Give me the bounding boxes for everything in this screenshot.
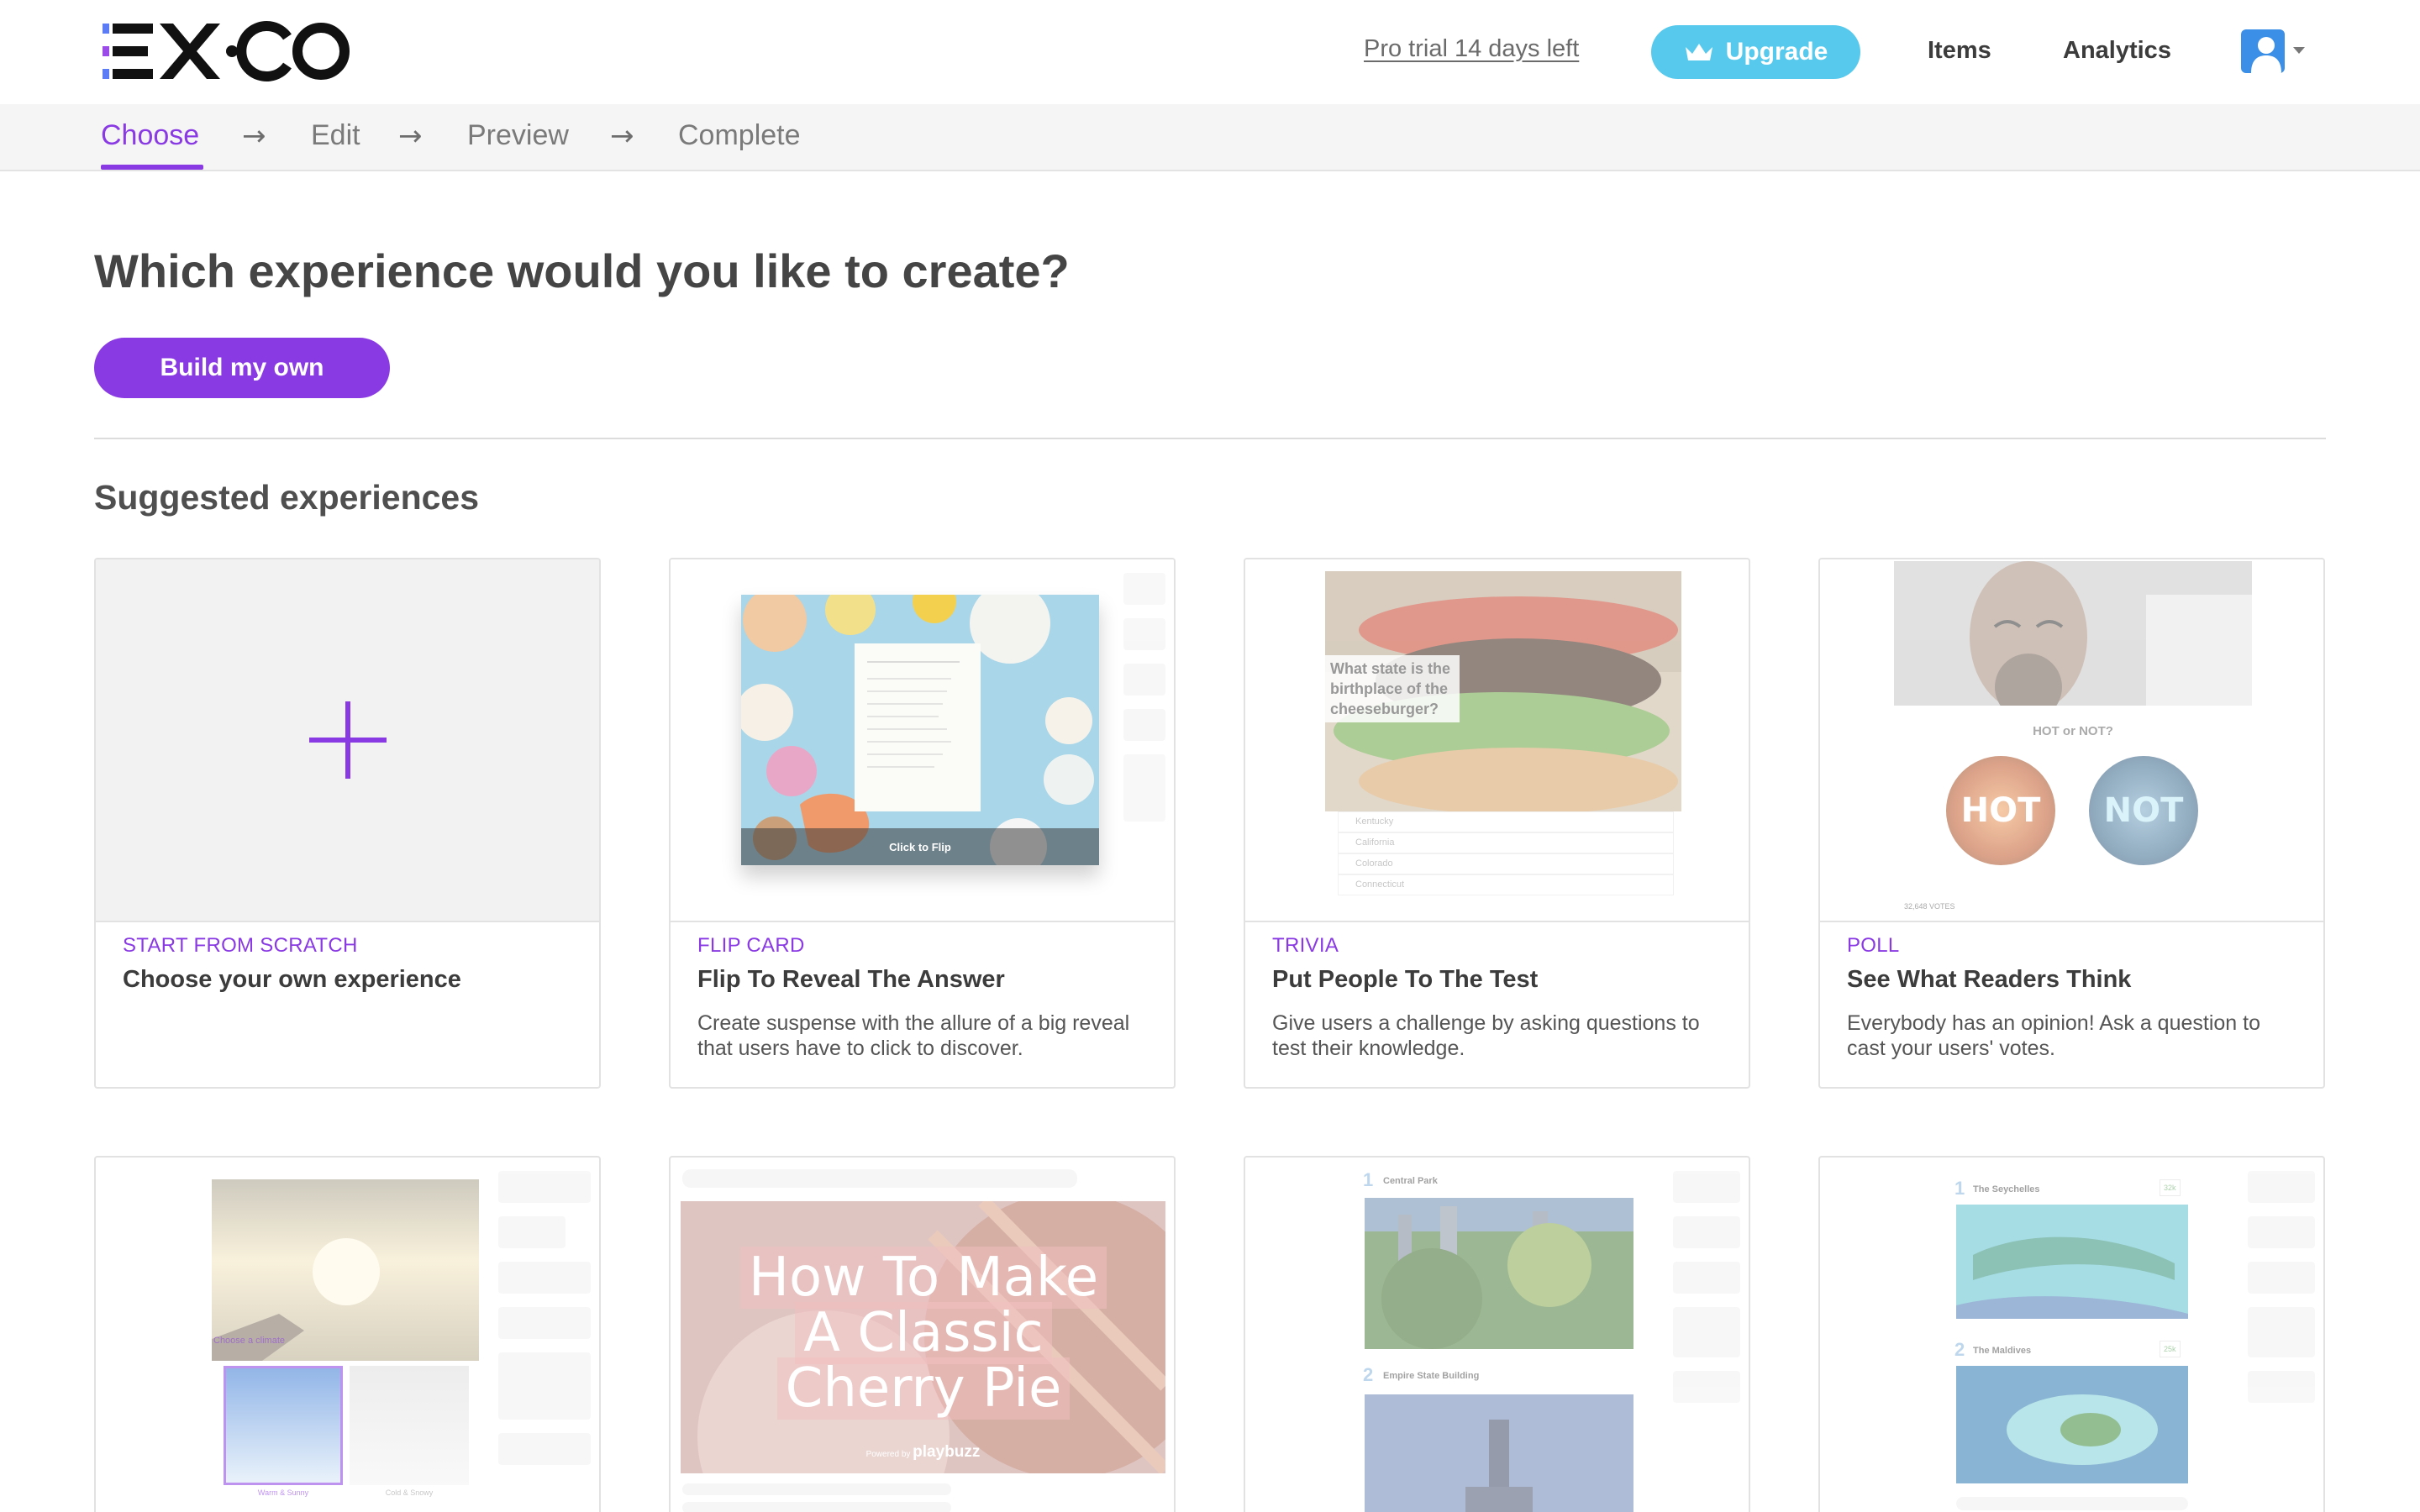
section-divider	[94, 438, 2326, 439]
card-description: Give users a challenge by asking questio…	[1272, 1011, 1700, 1060]
list-item-name: Central Park	[1383, 1176, 1438, 1186]
flip-button-preview: Click to Flip	[741, 828, 1099, 865]
card-trivia[interactable]: What state is the birthplace of the chee…	[1244, 558, 1750, 1089]
user-avatar[interactable]	[2241, 29, 2285, 73]
card-kind: START FROM SCRATCH	[123, 934, 358, 957]
list-item-image	[1956, 1205, 2188, 1319]
vote-badge: 25k	[2160, 1341, 2181, 1357]
nav-items-link[interactable]: Items	[1928, 37, 1991, 65]
swiper-warm-label: Warm & Sunny	[257, 1488, 309, 1497]
trivia-option: California	[1338, 832, 1674, 853]
step-edit[interactable]: Edit	[311, 119, 360, 152]
flip-card-preview-image: Click to Flip	[741, 595, 1099, 865]
card-thumbnail: HOT or NOT? HOT NOT 32,648 VOTES	[1820, 559, 2323, 922]
pro-trial-link[interactable]: Pro trial 14 days left	[1364, 35, 1579, 63]
step-arrow-icon: →	[242, 119, 266, 153]
placeholder-line	[1956, 1497, 2188, 1510]
card-description: Create suspense with the allure of a big…	[697, 1011, 1130, 1060]
list-item-image	[1365, 1198, 1634, 1349]
user-icon	[2251, 37, 2281, 73]
card-list[interactable]: 1 Central Park 2 Empire State Building	[1244, 1156, 1750, 1512]
list-item-number: 1	[1363, 1169, 1374, 1190]
plus-icon	[308, 701, 387, 779]
list-item-image	[1956, 1366, 2188, 1483]
card-description: Everybody has an opinion! Ask a question…	[1847, 1011, 2260, 1060]
card-thumbnail: What state is the birthplace of the chee…	[1245, 559, 1749, 922]
list-item-name: The Seychelles	[1973, 1184, 2040, 1194]
playbuzz-brand: playbuzz	[913, 1443, 981, 1461]
card-title: Flip To Reveal The Answer	[697, 966, 1005, 993]
exco-logo[interactable]	[101, 18, 353, 86]
list-item-image	[1365, 1394, 1634, 1512]
story-title-preview: How To Make A Classic Cherry Pie	[728, 1247, 1119, 1420]
upgrade-label: Upgrade	[1725, 38, 1828, 66]
powered-by-text: Powered by	[865, 1450, 911, 1459]
story-title-line: Cherry Pie	[776, 1357, 1071, 1420]
nav-analytics-link[interactable]: Analytics	[2063, 37, 2171, 65]
trivia-options-preview: Kentucky California Colorado Connecticut	[1338, 811, 1674, 895]
step-arrow-icon: →	[610, 119, 634, 153]
card-thumbnail: Click to Flip	[671, 559, 1174, 922]
poll-votes-count: 32,648 VOTES	[1904, 902, 1955, 911]
suggested-experiences-title: Suggested experiences	[94, 478, 480, 517]
card-flip-card[interactable]: Click to Flip FLIP CARD Flip To Reveal T…	[669, 558, 1176, 1089]
card-poll[interactable]: HOT or NOT? HOT NOT 32,648 VOTES POLL Se…	[1818, 558, 2325, 1089]
list-item-name: Empire State Building	[1383, 1371, 1480, 1381]
trivia-option: Colorado	[1338, 853, 1674, 874]
trivia-question-preview: What state is the birthplace of the chee…	[1325, 655, 1460, 722]
card-title: See What Readers Think	[1847, 966, 2132, 993]
step-arrow-icon: →	[398, 119, 423, 153]
placeholder-line	[682, 1483, 951, 1495]
list-item-number: 2	[1954, 1339, 1965, 1360]
trivia-option: Connecticut	[1338, 874, 1674, 895]
crown-icon	[1685, 44, 1712, 60]
swiper-cold-option	[350, 1366, 469, 1485]
step-complete[interactable]: Complete	[678, 119, 801, 152]
upgrade-button[interactable]: Upgrade	[1651, 25, 1860, 79]
poll-preview-image	[1894, 561, 2252, 706]
story-preview-image: How To Make A Classic Cherry Pie Powered…	[681, 1201, 1165, 1473]
placeholder-line	[682, 1169, 1077, 1188]
poll-question-preview: HOT or NOT?	[2033, 724, 2113, 738]
trivia-option: Kentucky	[1338, 811, 1674, 832]
card-title: Put People To The Test	[1272, 966, 1539, 993]
build-my-own-button[interactable]: Build my own	[94, 338, 390, 398]
top-header: Pro trial 14 days left Upgrade Items Ana…	[0, 0, 2420, 104]
swiper-warm-option	[224, 1366, 343, 1485]
page-title: Which experience would you like to creat…	[94, 244, 1070, 297]
poll-not-option: NOT	[2089, 756, 2198, 865]
card-ranked-list[interactable]: 1 The Seychelles 32k 2 The Maldives 25k	[1818, 1156, 2325, 1512]
step-choose[interactable]: Choose	[101, 119, 199, 152]
account-dropdown-caret-icon[interactable]	[2293, 47, 2305, 54]
list-item-number: 1	[1954, 1178, 1965, 1199]
swiper-caption: Choose a climate	[213, 1336, 285, 1346]
trivia-preview-image: What state is the birthplace of the chee…	[1325, 571, 1681, 811]
list-item-number: 2	[1363, 1364, 1374, 1385]
swiper-preview-image	[212, 1179, 479, 1361]
card-kind: POLL	[1847, 934, 1900, 957]
card-thumbnail	[96, 559, 599, 922]
card-kind: FLIP CARD	[697, 934, 805, 957]
card-story[interactable]: How To Make A Classic Cherry Pie Powered…	[669, 1156, 1176, 1512]
card-swiper[interactable]: Choose a climate Warm & Sunny Cold & Sno…	[94, 1156, 601, 1512]
powered-by-label: Powered by playbuzz	[681, 1443, 1165, 1462]
story-title-line: A Classic	[795, 1302, 1052, 1364]
active-step-indicator	[101, 165, 203, 170]
card-start-from-scratch[interactable]: START FROM SCRATCH Choose your own exper…	[94, 558, 601, 1089]
wizard-steps: Choose → Edit → Preview → Complete	[0, 104, 2420, 171]
list-item-name: The Maldives	[1973, 1346, 2032, 1356]
swiper-cold-label: Cold & Snowy	[385, 1488, 434, 1497]
placeholder-line	[682, 1502, 951, 1512]
step-preview[interactable]: Preview	[467, 119, 569, 152]
poll-hot-option: HOT	[1946, 756, 2055, 865]
card-kind: TRIVIA	[1272, 934, 1339, 957]
vote-badge: 32k	[2160, 1179, 2181, 1196]
story-title-line: How To Make	[739, 1247, 1107, 1309]
card-title: Choose your own experience	[123, 966, 461, 993]
